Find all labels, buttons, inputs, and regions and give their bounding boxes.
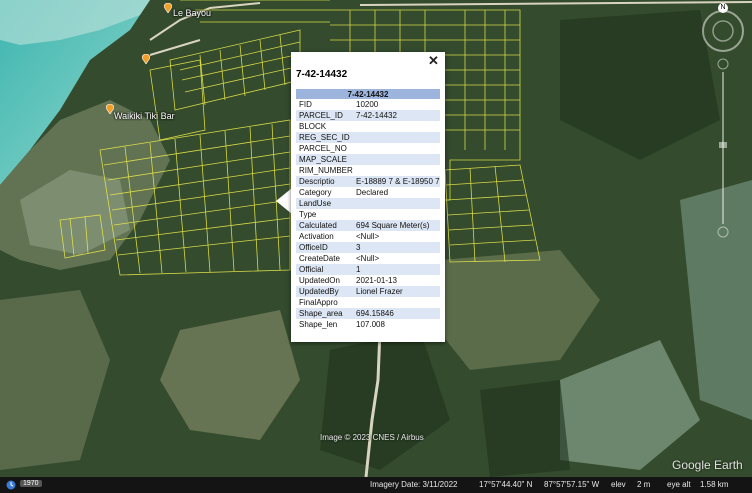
attribute-value: Declared	[356, 188, 389, 197]
timeline-year[interactable]: 1970	[20, 480, 42, 487]
attribute-value: 694 Square Meter(s)	[353, 220, 440, 231]
elevation-value: 2 m	[637, 480, 651, 489]
attribute-row: PARCEL_NO	[296, 143, 440, 154]
attribute-key: OfficeID	[296, 242, 353, 253]
attribute-value	[353, 198, 440, 209]
attribute-value: 1	[353, 264, 440, 275]
attribute-key: FID	[299, 100, 312, 109]
attribute-key: Shape_area	[296, 308, 353, 319]
attribute-row: OfficeID 3	[296, 242, 440, 253]
attribute-key: BLOCK	[299, 122, 327, 131]
attribute-key: Category	[299, 188, 332, 197]
attribute-table-header: 7-42-14432	[296, 89, 440, 99]
attribute-value	[353, 132, 440, 143]
attribute-row: Calculated 694 Square Meter(s)	[296, 220, 440, 231]
attribute-key: Activation	[299, 232, 334, 241]
attribute-key: Type	[299, 210, 317, 219]
popup-title: 7-42-14432	[296, 69, 348, 80]
attribute-value	[353, 143, 440, 154]
north-indicator[interactable]: N	[718, 3, 728, 13]
place-label-le-bayou[interactable]: Le Bayou	[173, 8, 211, 18]
eye-altitude-value: 1.58 km	[700, 480, 729, 489]
attribute-row: RIM_NUMBER	[296, 165, 440, 176]
attribute-key: LandUse	[296, 198, 353, 209]
status-bar: Imagery Date: 3/11/2022 17°57'44.40" N 8…	[0, 477, 752, 493]
attribute-key: PARCEL_ID	[296, 110, 353, 121]
attribute-key: RIM_NUMBER	[299, 166, 353, 175]
place-pin-icon[interactable]	[164, 3, 172, 13]
attribute-row: Activation <Null>	[296, 231, 440, 242]
attribute-value	[353, 297, 440, 308]
google-earth-logo: Google Earth	[672, 458, 743, 472]
attribute-key: Official	[296, 264, 353, 275]
attribute-value: <Null>	[356, 232, 380, 241]
zoom-slider[interactable]	[717, 58, 729, 238]
elevation-label: elev	[611, 480, 626, 489]
attribute-key: UpdatedOn	[299, 276, 340, 285]
popup-pointer	[276, 188, 292, 214]
attribute-value: 7-42-14432	[353, 110, 440, 121]
historical-imagery-clock-icon[interactable]	[6, 480, 16, 490]
attribute-value: 107.008	[356, 320, 385, 329]
attribute-row: Type	[296, 209, 440, 220]
attribute-value	[353, 165, 440, 176]
attribute-key: PARCEL_NO	[299, 144, 347, 153]
attribute-value	[353, 209, 440, 220]
attribute-row: FinalAppro	[296, 297, 440, 308]
attribute-value	[353, 154, 440, 165]
attribute-value: 694.15846	[353, 308, 440, 319]
attribute-value: 3	[353, 242, 440, 253]
attribute-row: PARCEL_ID 7-42-14432	[296, 110, 440, 121]
attribute-row: Descriptio E-18889 7 & E-18950 7	[296, 176, 440, 187]
longitude-readout: 87°57'57.15" W	[544, 480, 600, 489]
close-icon[interactable]: ✕	[428, 53, 439, 69]
attribute-value: 10200	[356, 100, 379, 109]
attribute-key: Calculated	[296, 220, 353, 231]
attribute-row: Shape_len 107.008	[296, 319, 440, 330]
latitude-readout: 17°57'44.40" N	[479, 480, 533, 489]
attribute-table: 7-42-14432 FID 10200 PARCEL_ID 7-42-14432 BL…	[296, 89, 440, 330]
attribute-key: FinalAppro	[299, 298, 338, 307]
attribute-key: MAP_SCALE	[296, 154, 353, 165]
attribute-value: <Null>	[356, 254, 380, 263]
attribute-value: 2021-01-13	[356, 276, 397, 285]
attribute-value: Lionel Frazer	[353, 286, 440, 297]
eye-altitude-label: eye alt	[667, 480, 691, 489]
attribute-row: CreateDate <Null>	[296, 253, 440, 264]
attribute-row: Shape_area 694.15846	[296, 308, 440, 319]
attribute-row: REG_SEC_ID	[296, 132, 440, 143]
attribute-row: Category Declared	[296, 187, 440, 198]
imagery-credit: Image © 2023 CNES / Airbus	[320, 433, 424, 442]
attribute-row: MAP_SCALE	[296, 154, 440, 165]
attribute-row: UpdatedBy Lionel Frazer	[296, 286, 440, 297]
place-pin-icon[interactable]	[142, 54, 150, 64]
attribute-key: REG_SEC_ID	[296, 132, 353, 143]
place-pin-icon[interactable]	[106, 104, 114, 114]
attribute-value	[353, 121, 440, 132]
imagery-date: Imagery Date: 3/11/2022	[370, 480, 458, 489]
parcel-info-popup: ✕ 7-42-14432 7-42-14432 FID 10200 PARCEL_I…	[291, 52, 445, 342]
attribute-row: UpdatedOn 2021-01-13	[296, 275, 440, 286]
attribute-row: BLOCK	[296, 121, 440, 132]
navigation-compass-icon[interactable]	[700, 8, 746, 54]
attribute-key: CreateDate	[299, 254, 340, 263]
attribute-key: Shape_len	[299, 320, 338, 329]
attribute-row: FID 10200	[296, 99, 440, 110]
attribute-row: LandUse	[296, 198, 440, 209]
attribute-key: UpdatedBy	[296, 286, 353, 297]
attribute-key: Descriptio	[296, 176, 353, 187]
attribute-row: Official 1	[296, 264, 440, 275]
attribute-value: E-18889 7 & E-18950 7	[353, 176, 440, 187]
place-label-waikiki-tiki-bar[interactable]: Waikiki Tiki Bar	[114, 111, 175, 121]
